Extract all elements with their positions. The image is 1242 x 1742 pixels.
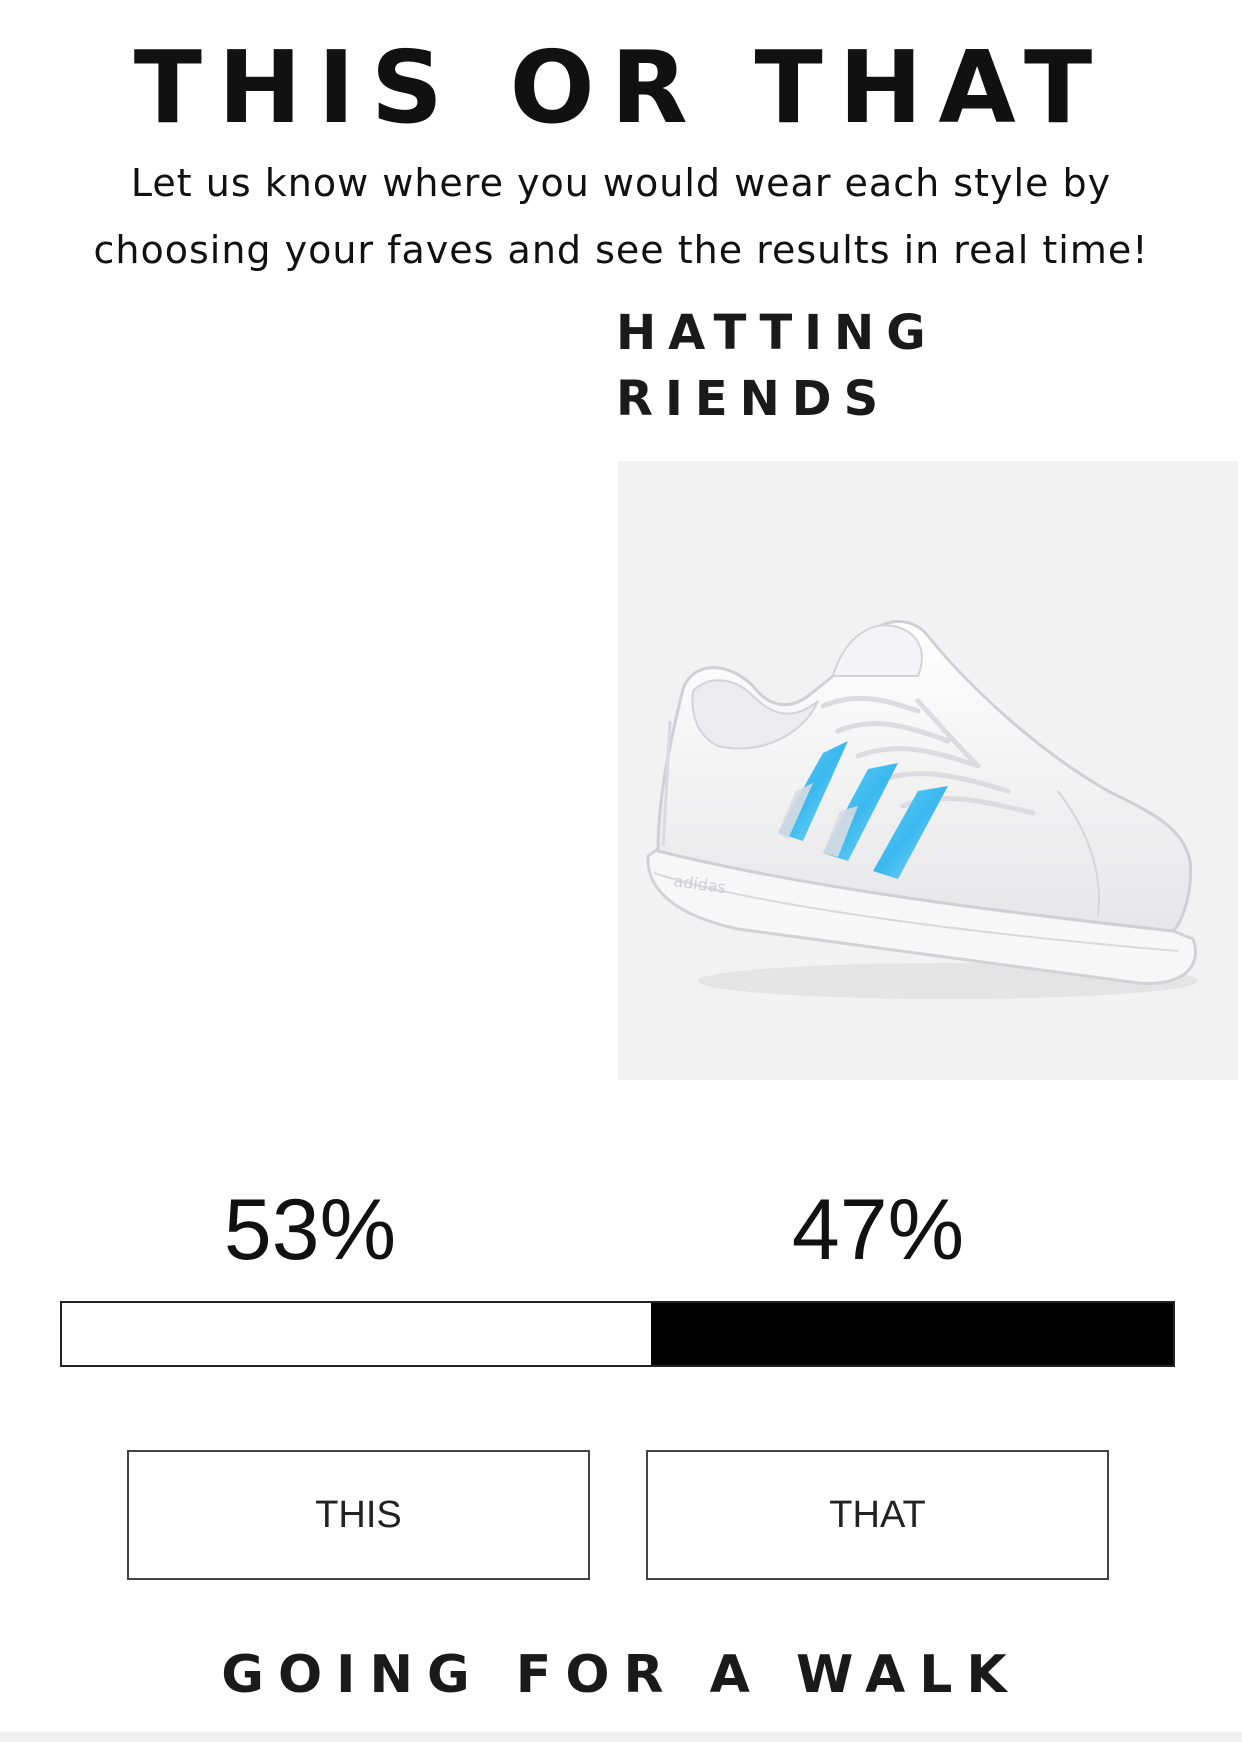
left-option-image[interactable]: [0, 460, 616, 1080]
this-percentage: 53%: [223, 1182, 397, 1278]
sneaker-image: adidas: [646, 620, 1198, 999]
that-percentage: 47%: [791, 1182, 965, 1278]
bottom-divider: [0, 1732, 1242, 1742]
results-bar-that-fill: [650, 1303, 1173, 1365]
question-caption: HATTING RIENDS: [616, 305, 938, 427]
page-subtitle: Let us know where you would wear each st…: [93, 161, 1149, 272]
vote-this-button[interactable]: THIS: [127, 1450, 590, 1580]
vote-that-button[interactable]: THAT: [646, 1450, 1109, 1580]
next-question-caption: GOING FOR A WALK: [221, 1645, 1021, 1705]
right-option-image[interactable]: adidas: [618, 461, 1238, 1080]
results-bar: [60, 1301, 1175, 1367]
page-title: THIS OR THAT: [133, 29, 1109, 146]
